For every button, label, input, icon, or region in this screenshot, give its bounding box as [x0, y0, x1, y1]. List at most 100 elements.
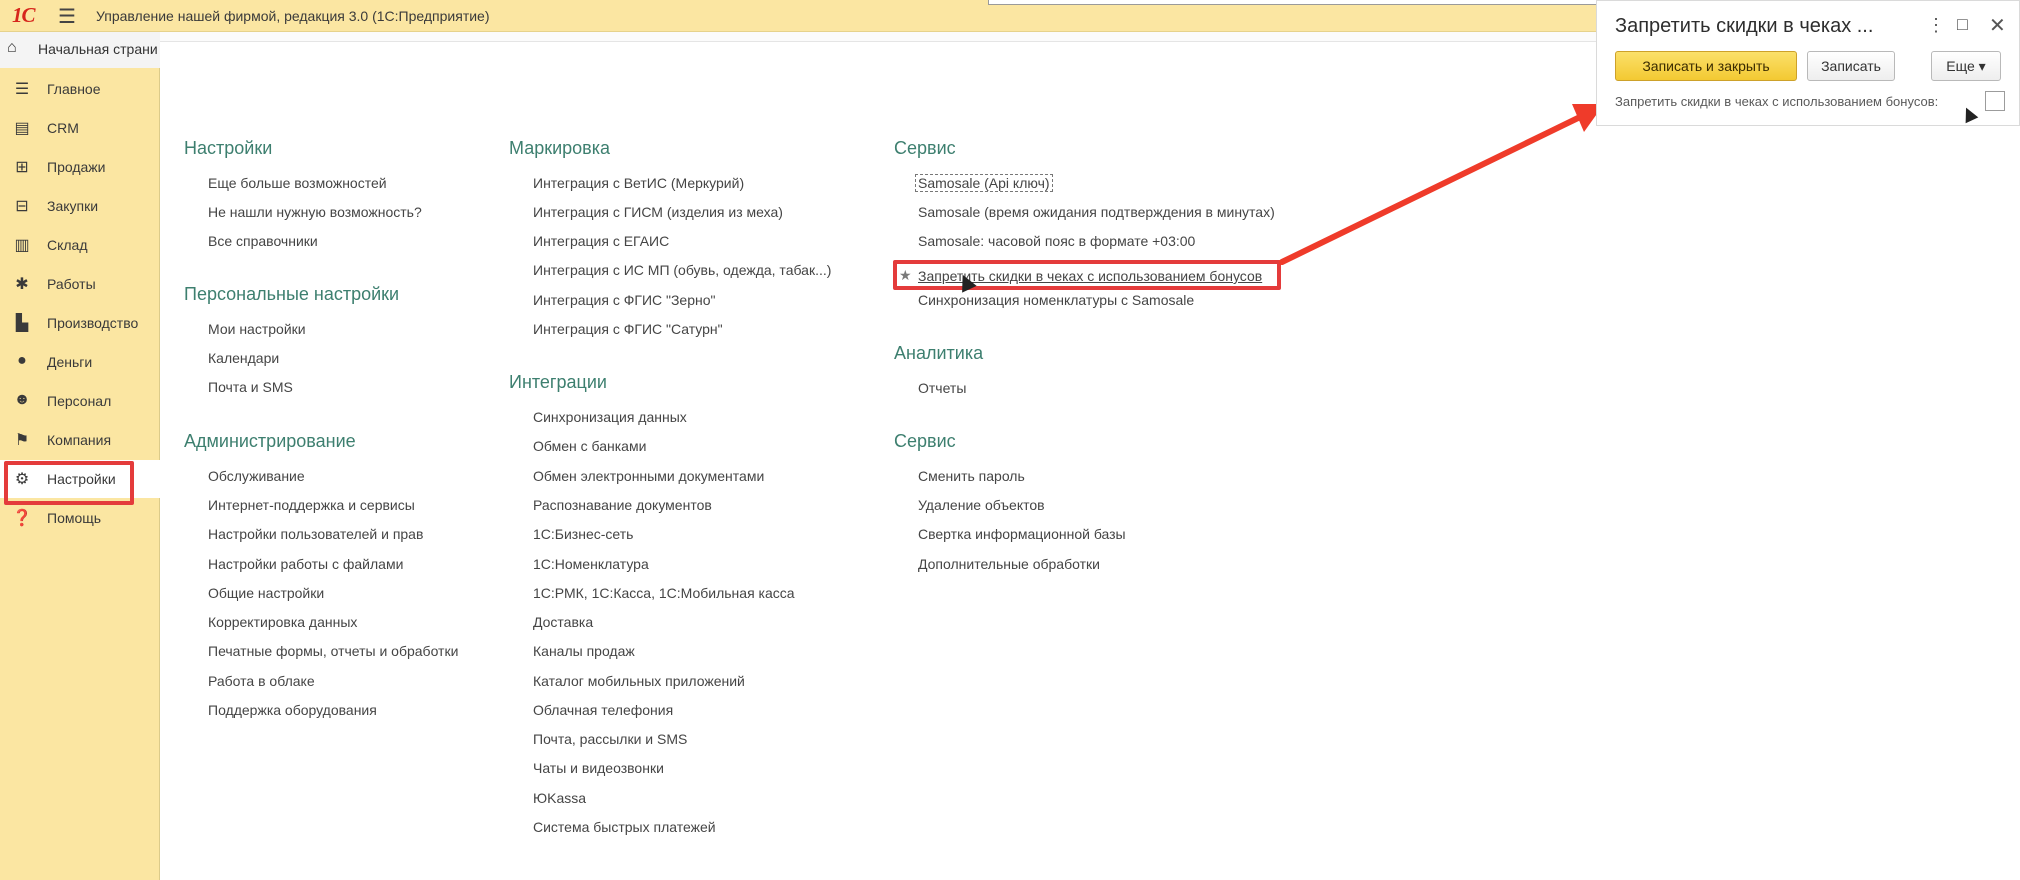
link[interactable]: Почта, рассылки и SMS [533, 731, 687, 747]
save-button[interactable]: Записать [1807, 51, 1895, 81]
link[interactable]: Не нашли нужную возможность? [208, 204, 422, 220]
link[interactable]: ЮKassa [533, 790, 586, 806]
section-title: Сервис [894, 138, 956, 158]
more-button[interactable]: Еще ▾ [1931, 51, 2001, 81]
link[interactable]: Samosale (время ожидания подтверждения в… [918, 204, 1275, 220]
section-title: Администрирование [184, 431, 356, 451]
link[interactable]: Работа в облаке [208, 673, 315, 689]
sidebar-item-personnel[interactable]: ☻ Персонал [0, 382, 160, 420]
link[interactable]: Интеграция с ГИСМ (изделия из меха) [533, 204, 783, 220]
link[interactable]: Обмен электронными документами [533, 468, 764, 484]
window-title: Управление нашей фирмой, редакция 3.0 (1… [96, 8, 490, 24]
link[interactable]: Синхронизация номенклатуры с Samosale [918, 292, 1194, 308]
maximize-icon[interactable]: □ [1957, 14, 1968, 35]
link[interactable]: Обслуживание [208, 468, 305, 484]
purchase-icon: ⊟ [15, 198, 29, 215]
help-icon: ❓ [12, 510, 32, 527]
sidebar-item-crm[interactable]: ▤ CRM [0, 109, 160, 147]
crm-icon: ▤ [14, 120, 30, 137]
link[interactable]: Общие настройки [208, 585, 324, 601]
sidebar-item-label: Закупки [47, 198, 99, 214]
cart-icon: ⊞ [15, 159, 29, 176]
link[interactable]: Интеграция с ФГИС "Зерно" [533, 292, 716, 308]
link[interactable]: Мои настройки [208, 321, 306, 337]
link[interactable]: Поддержка оборудования [208, 702, 377, 718]
sidebar-home[interactable]: ⌂ Начальная страни [0, 32, 160, 68]
link[interactable]: Обмен с банками [533, 438, 646, 454]
sidebar-item-help[interactable]: ❓ Помощь [0, 499, 160, 537]
sidebar-item-label: Помощь [47, 510, 102, 526]
link[interactable]: 1С:РМК, 1С:Касса, 1С:Мобильная касса [533, 585, 795, 601]
section-title: Интеграции [509, 372, 607, 392]
sidebar-item-money[interactable]: ● Деньги [0, 343, 160, 381]
favorite-star-icon[interactable]: ★ [899, 267, 912, 284]
link[interactable]: Корректировка данных [208, 614, 357, 630]
sidebar-item-warehouse[interactable]: ▥ Склад [0, 226, 160, 264]
sidebar-item-label: CRM [47, 120, 79, 136]
section-title: Аналитика [894, 343, 984, 363]
sidebar-item-label: Персонал [47, 393, 112, 409]
tab-strip [160, 32, 1596, 42]
sidebar-item-works[interactable]: ✱ Работы [0, 265, 160, 303]
link[interactable]: Удаление объектов [918, 497, 1045, 513]
sidebar-item-settings[interactable]: ⚙ Настройки [0, 460, 160, 505]
sidebar-item-sales[interactable]: ⊞ Продажи [0, 148, 160, 186]
section-title: Настройки [184, 138, 273, 158]
link[interactable]: Дополнительные обработки [918, 556, 1100, 572]
link[interactable]: Еще больше возможностей [208, 175, 387, 191]
link[interactable]: Все справочники [208, 233, 318, 249]
link[interactable]: Интеграция с ЕГАИС [533, 233, 669, 249]
link[interactable]: Интеграция с ВетИС (Меркурий) [533, 175, 744, 191]
tools-icon: ✱ [15, 276, 29, 293]
money-icon: ● [17, 352, 27, 369]
link[interactable]: Интернет-поддержка и сервисы [208, 497, 415, 513]
app-titlebar: 1С ☰ Управление нашей фирмой, редакция 3… [0, 0, 1600, 32]
link[interactable]: Распознавание документов [533, 497, 712, 513]
link[interactable]: Доставка [533, 614, 593, 630]
link[interactable]: Настройки работы с файлами [208, 556, 403, 572]
sidebar-item-main[interactable]: ☰ Главное [0, 70, 160, 108]
sidebar-item-label: Деньги [47, 354, 93, 370]
section-title: Сервис [894, 431, 956, 451]
search-input[interactable] [988, 0, 1600, 5]
link[interactable]: Календари [208, 350, 279, 366]
sidebar-item-label: Главное [47, 81, 101, 97]
link[interactable]: Печатные формы, отчеты и обработки [208, 643, 458, 659]
flag-icon: ⚑ [14, 432, 30, 449]
link[interactable]: Каталог мобильных приложений [533, 673, 745, 689]
link[interactable]: Система быстрых платежей [533, 819, 716, 835]
sidebar-item-label: Работы [47, 276, 96, 292]
list-icon: ☰ [14, 81, 30, 98]
section-title: Персональные настройки [184, 284, 400, 304]
link[interactable]: Каналы продаж [533, 643, 635, 659]
sidebar-item-production[interactable]: ▙ Производство [0, 304, 160, 342]
section-title: Маркировка [509, 138, 611, 158]
link[interactable]: Настройки пользователей и прав [208, 526, 423, 542]
link[interactable]: Почта и SMS [208, 379, 293, 395]
sidebar-home-label: Начальная страни [38, 41, 158, 57]
link[interactable]: Отчеты [918, 380, 966, 396]
app-logo[interactable]: 1С [12, 3, 35, 28]
sidebar-item-purchases[interactable]: ⊟ Закупки [0, 187, 160, 225]
save-and-close-button[interactable]: Записать и закрыть [1615, 51, 1797, 81]
more-actions-icon[interactable]: ⋮ [1927, 15, 1945, 36]
link[interactable]: Сменить пароль [918, 468, 1025, 484]
link[interactable]: Интеграция с ИС МП (обувь, одежда, табак… [533, 262, 831, 278]
link-text[interactable]: Samosale (Api ключ) [915, 174, 1053, 192]
sidebar-item-company[interactable]: ⚑ Компания [0, 421, 160, 459]
highlighted-link[interactable]: ★ Запретить скидки в чеках с использован… [893, 260, 1281, 290]
close-icon[interactable]: ✕ [1989, 13, 2006, 38]
link[interactable]: 1С:Бизнес-сеть [533, 526, 633, 542]
link[interactable]: Свертка информационной базы [918, 526, 1126, 542]
sidebar-item-label: Настройки [47, 471, 116, 487]
link[interactable]: Чаты и видеозвонки [533, 760, 664, 776]
link[interactable]: Samosale (Api ключ) [915, 174, 1053, 192]
link[interactable]: Синхронизация данных [533, 409, 687, 425]
sidebar-item-label: Продажи [47, 159, 106, 175]
link[interactable]: 1С:Номенклатура [533, 556, 649, 572]
link[interactable]: Облачная телефония [533, 702, 673, 718]
bonus-discount-checkbox[interactable] [1985, 91, 2005, 111]
link[interactable]: Samosale: часовой пояс в формате +03:00 [918, 233, 1195, 249]
link[interactable]: Интеграция с ФГИС "Сатурн" [533, 321, 723, 337]
hamburger-icon[interactable]: ☰ [58, 4, 76, 29]
